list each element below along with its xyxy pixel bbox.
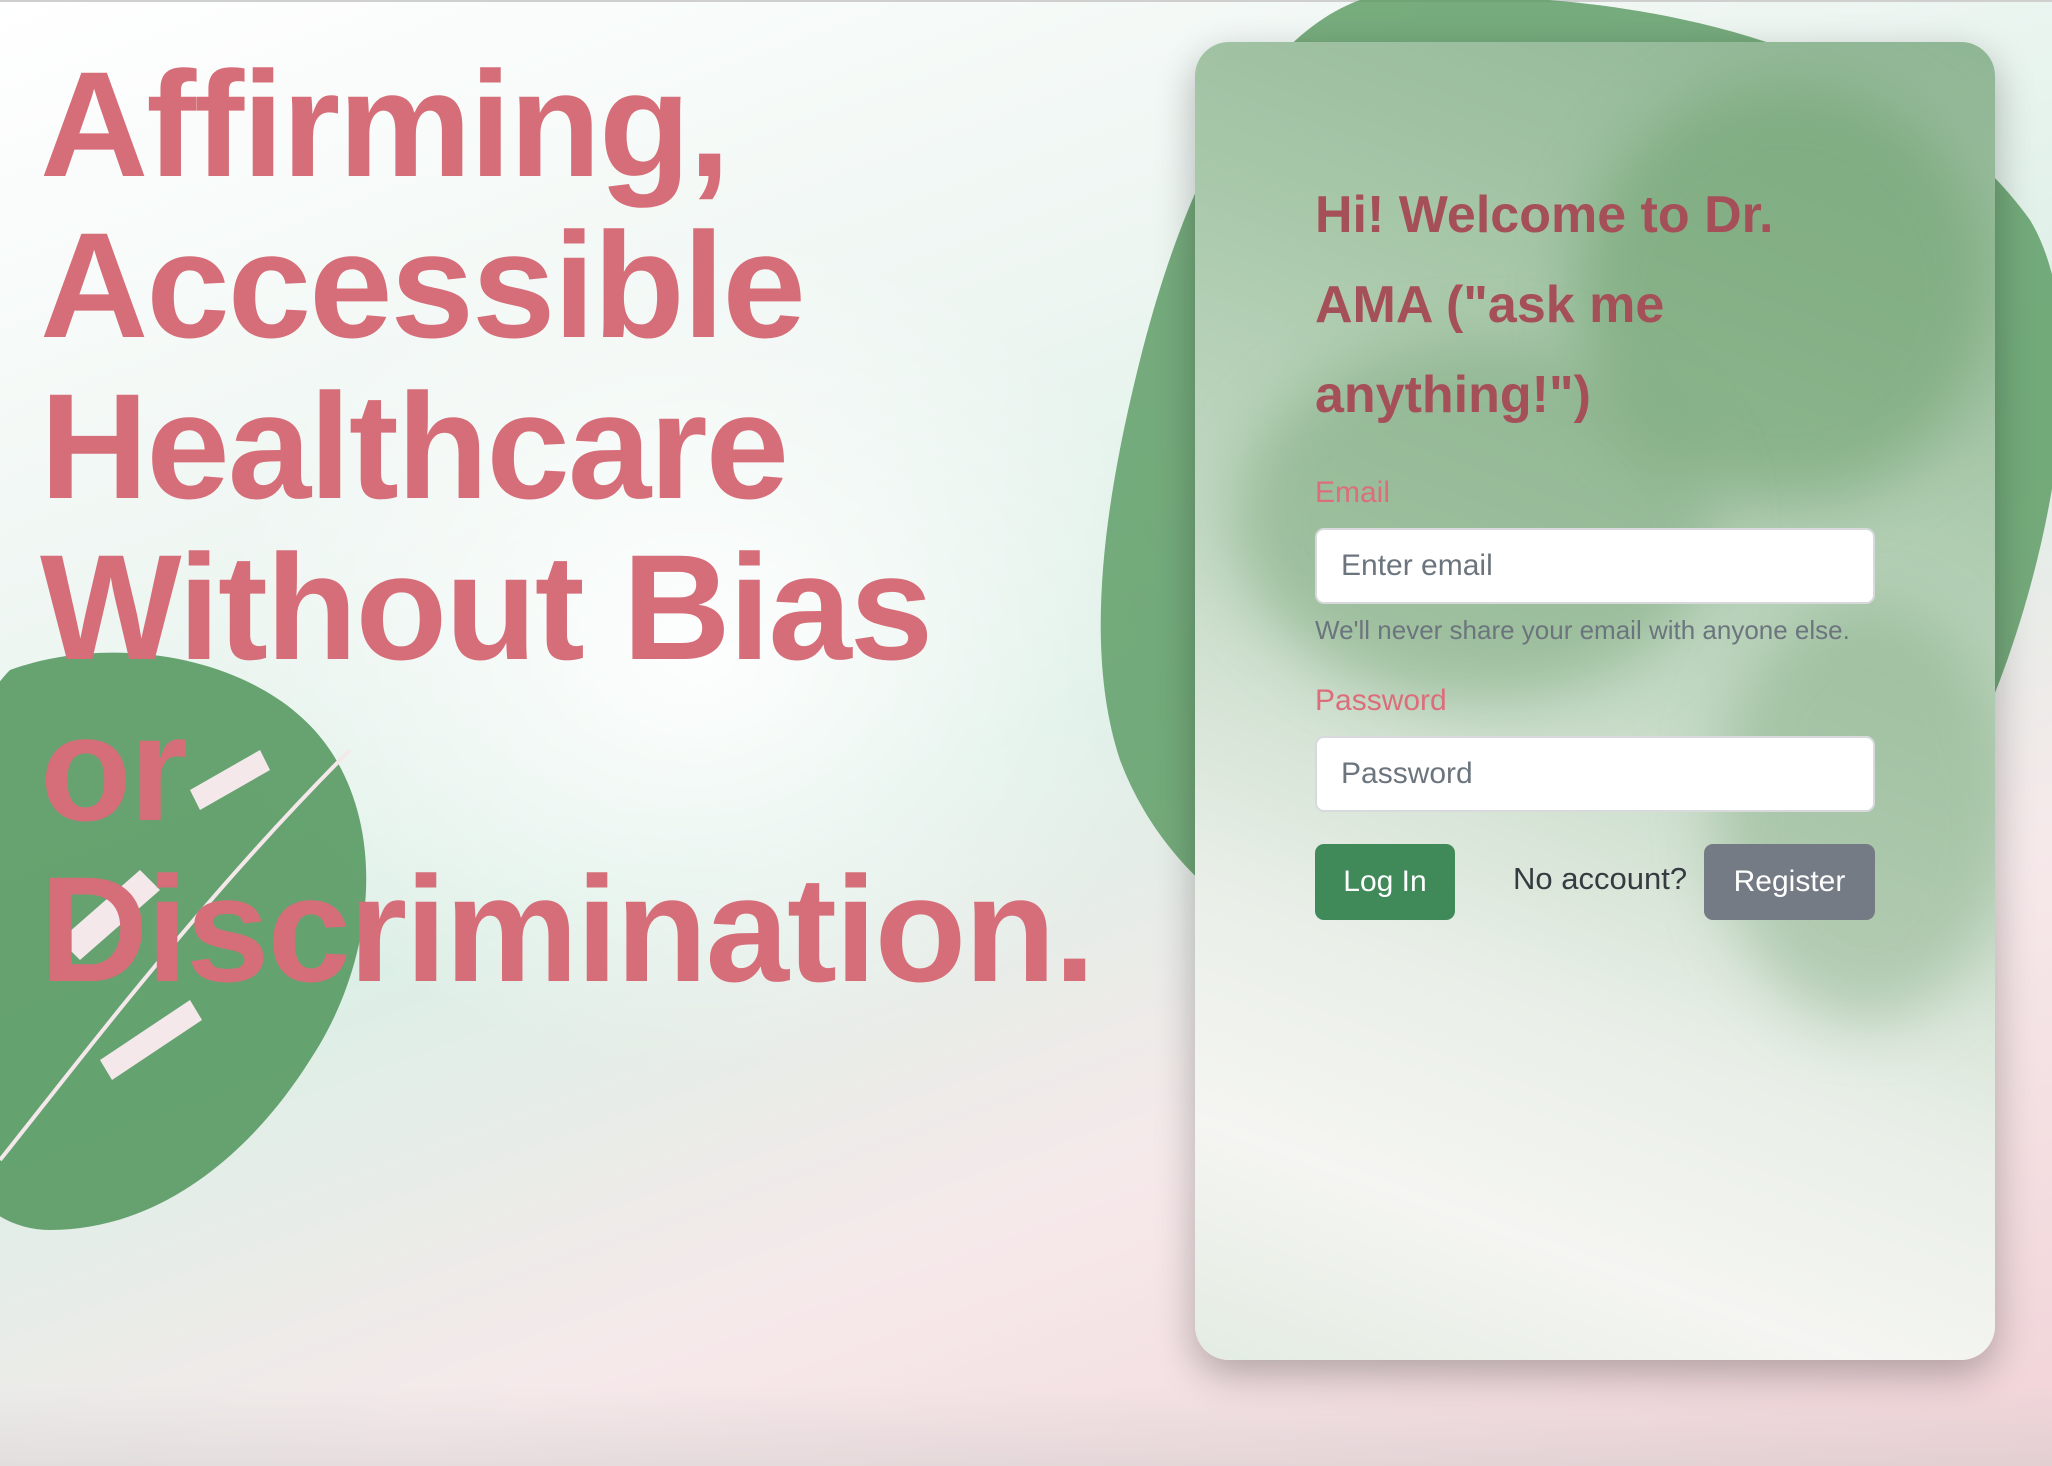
hero-line: Discrimination. [40, 845, 1096, 1013]
password-input[interactable] [1315, 736, 1875, 812]
no-account-text: No account? [1513, 861, 1688, 896]
welcome-title: Hi! Welcome to Dr. AMA ("ask me anything… [1315, 186, 1774, 424]
login-card: Hi! Welcome to Dr. AMA ("ask me anything… [1195, 42, 1995, 1360]
email-input[interactable] [1315, 528, 1875, 604]
email-help-text: We'll never share your email with anyone… [1315, 615, 1850, 645]
hero-line: Accessible [40, 201, 806, 369]
login-button[interactable]: Log In [1315, 844, 1455, 920]
register-button[interactable]: Register [1704, 844, 1875, 920]
email-label: Email [1315, 476, 1391, 509]
password-label: Password [1315, 684, 1447, 717]
hero-heading: Affirming, Accessible Healthcare Without… [40, 44, 1190, 1010]
hero-line: Healthcare [40, 362, 789, 530]
hero-line: or [40, 684, 188, 852]
login-form: Hi! Welcome to Dr. AMA ("ask me anything… [1315, 170, 1875, 920]
bottom-shade [0, 1386, 2052, 1466]
form-actions: Log In No account? Register [1315, 844, 1875, 920]
hero-line: Affirming, [40, 40, 730, 208]
hero-line: Without Bias [40, 523, 933, 691]
